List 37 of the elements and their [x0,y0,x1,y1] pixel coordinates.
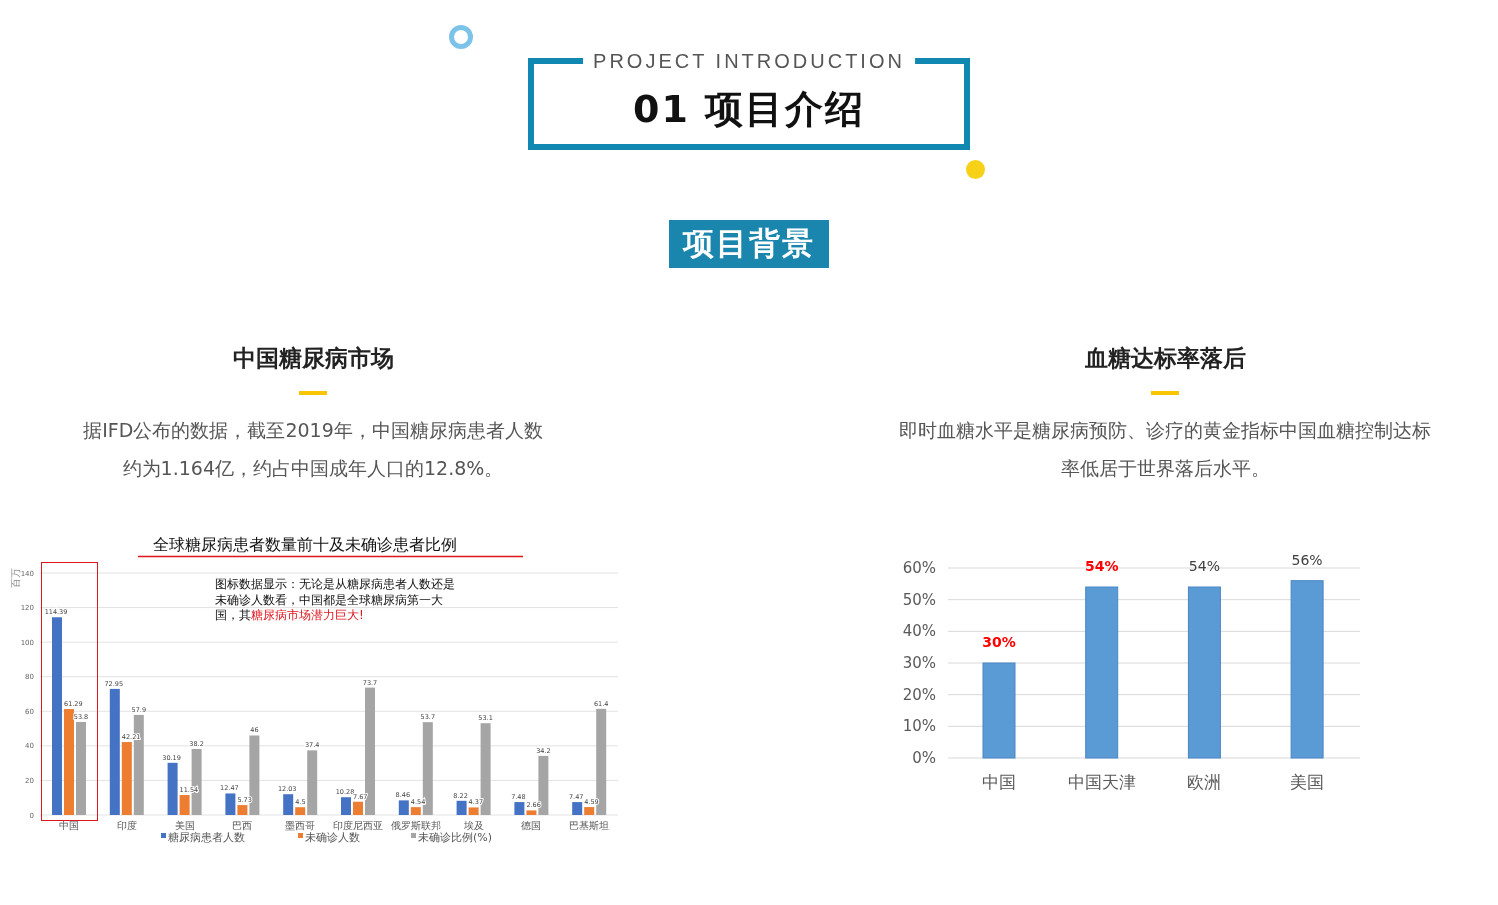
category-label: 印度尼西亚 [333,820,383,831]
axis-tick-label: 50% [902,590,936,609]
axis-tick-label: 60% [902,559,936,577]
column-heading: 血糖达标率落后 [1084,344,1246,373]
value-label: 54% [1188,558,1220,574]
category-label: 巴基斯坦 [569,820,610,831]
category-label: 欧洲 [1187,772,1222,792]
category-label: 中国 [982,772,1016,792]
chart-annotation: 图标数据显示：无论是从糖尿病患者人数还是未确诊人数看，中国都是全球糖尿病第一大国，其糖尿病市场潜力巨大! [215,577,456,624]
category-label: 中国天津 [1067,772,1136,792]
column-heading: 中国糖尿病市场 [232,344,394,373]
value-label: 56% [1291,553,1323,568]
category-label: 美国 [1290,772,1325,792]
category-label: 印度 [116,820,137,831]
legend-label: 未确诊比例(%) [418,831,493,844]
axis-tick-label: 30% [902,654,936,672]
category-label: 中国 [59,820,79,831]
value-label: 30% [982,634,1016,650]
category-label: 德国 [521,820,542,831]
category-label: 巴西 [232,820,253,831]
column-text: 据IFD公布的数据，截至2019年，中国糖尿病患者人数约为1.164亿，约占中国成年人口的12.8%。 [82,418,544,481]
axis-tick-label: 20% [902,685,936,704]
value-label: 54% [1084,558,1119,574]
category-label: 墨西哥 [285,820,316,831]
section-title: 01 项目介绍 [632,85,866,133]
category-label: 美国 [174,820,195,831]
legend-label: 未确诊人数 [305,831,360,844]
axis-tick-label: 40% [902,622,936,641]
category-label: 俄罗斯联邦 [390,820,441,831]
category-label: 埃及 [463,820,484,831]
legend-label: 糖尿病患者人数 [168,831,245,844]
chart-title: 全球糖尿病患者数量前十及未确诊患者比例 [153,535,457,554]
axis-title: 百万 [10,568,21,588]
axis-tick-label: 0% [912,749,936,767]
column-text: 即时血糖水平是糖尿病预防、诊疗的黄金指标中国血糖控制达标率低居于世界落后水平。 [898,418,1432,481]
axis-tick-label: 10% [902,717,936,736]
section-label: 项目背景 [669,220,829,268]
